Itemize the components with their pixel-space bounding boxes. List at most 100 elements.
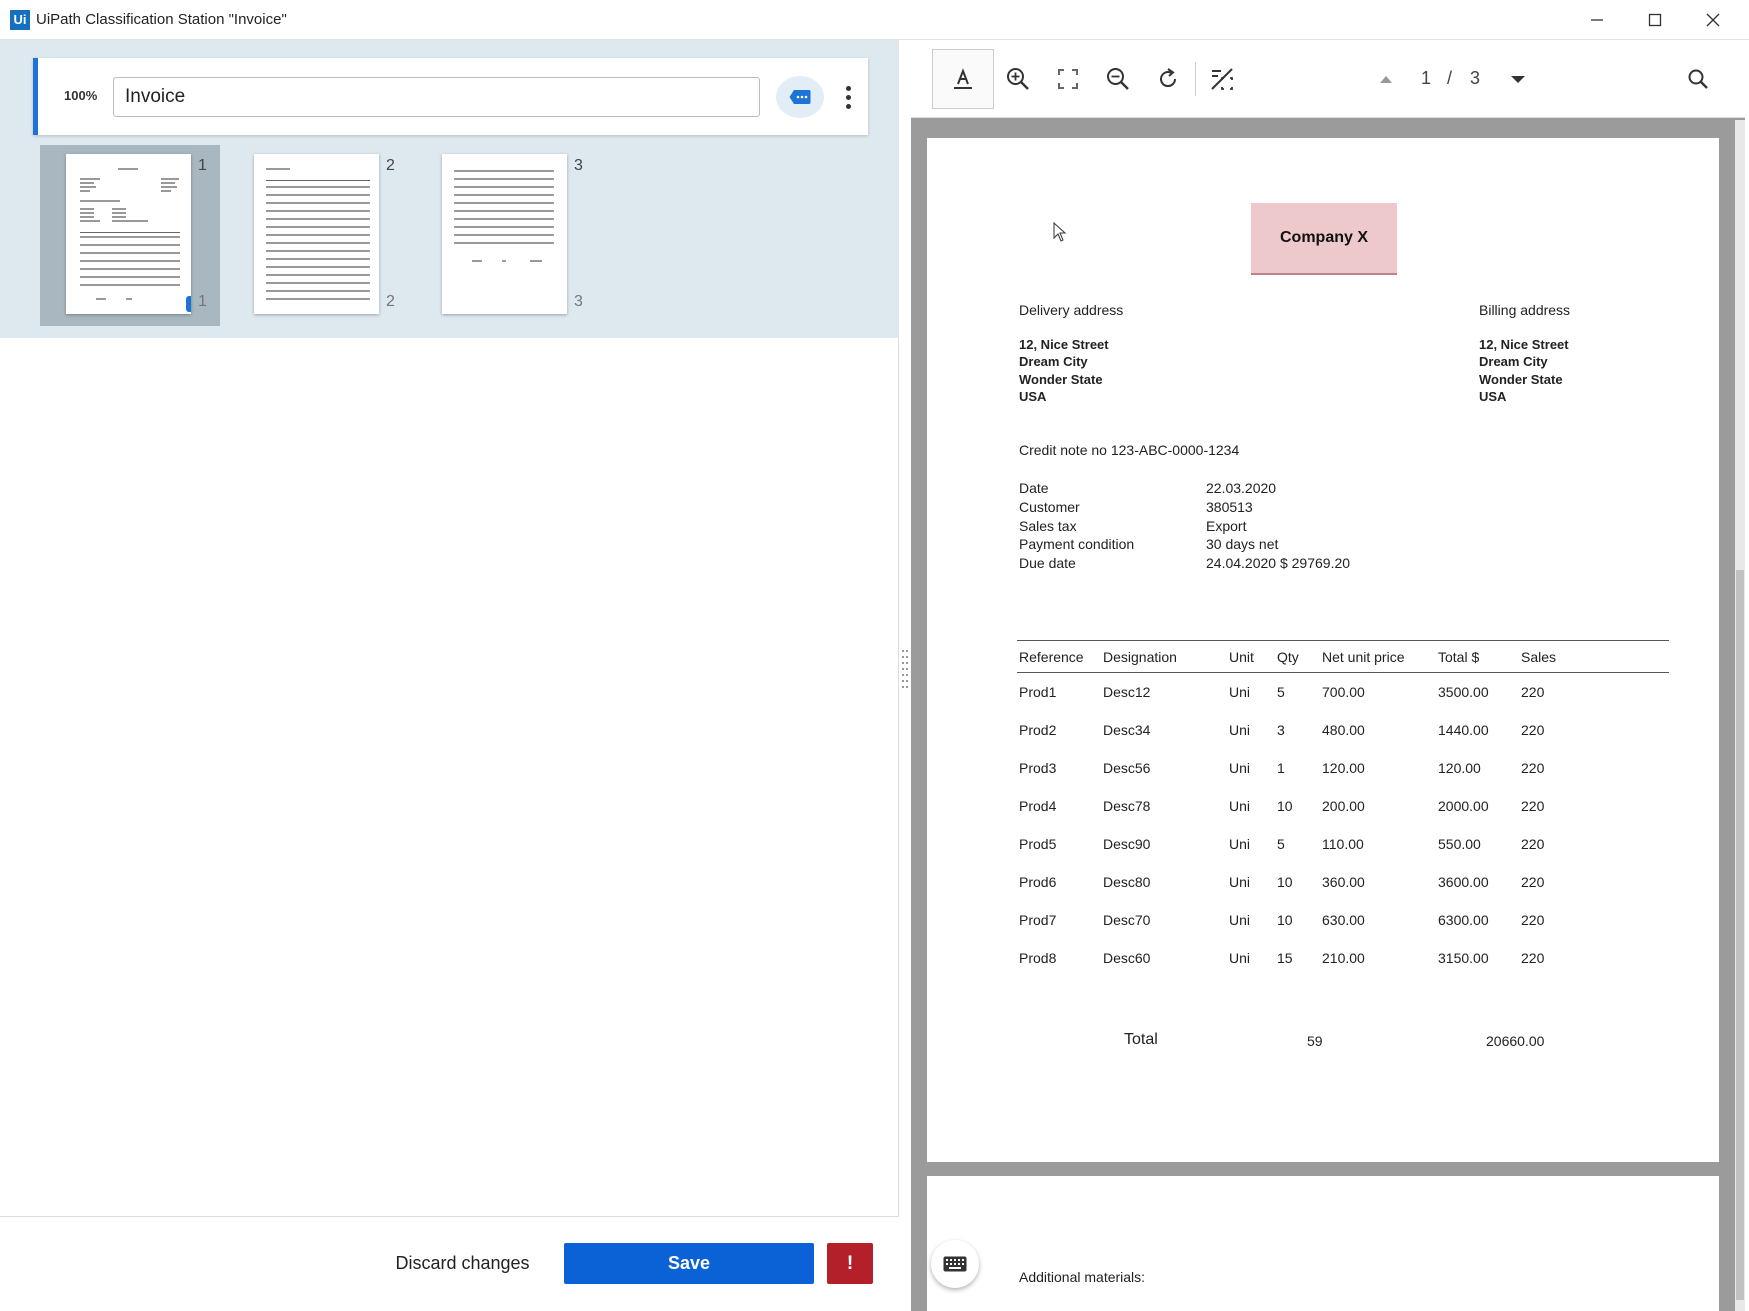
page-thumbnail-1[interactable]: ••• 1 1 — [40, 145, 220, 326]
thumbnail-page-number-bottom: 2 — [386, 293, 395, 310]
table-cell: 220 — [1521, 836, 1545, 852]
table-cell: Prod4 — [1019, 798, 1057, 814]
thumbnail-page-number: 3 — [574, 157, 583, 174]
close-button[interactable] — [1684, 0, 1742, 40]
table-cell: 3 — [1277, 722, 1285, 738]
zoom-in-button[interactable] — [995, 49, 1041, 109]
search-button[interactable] — [1681, 62, 1715, 96]
tag-badge-icon: ••• — [186, 296, 191, 312]
table-cell: 120.00 — [1322, 760, 1365, 776]
detail-label: Sales tax — [1019, 518, 1077, 534]
billing-address-line: Dream City — [1479, 354, 1548, 369]
table-cell: Desc56 — [1103, 760, 1151, 776]
table-cell: 700.00 — [1322, 684, 1365, 700]
table-cell: Prod1 — [1019, 684, 1057, 700]
minimize-icon — [1591, 19, 1603, 21]
detail-label: Customer — [1019, 499, 1080, 515]
discard-changes-button[interactable]: Discard changes — [380, 1243, 545, 1283]
table-cell: 5 — [1277, 684, 1285, 700]
toggle-ocr-icon — [1211, 68, 1233, 90]
table-cell: Uni — [1229, 760, 1251, 776]
fit-page-button[interactable] — [1045, 49, 1091, 109]
total-qty: 59 — [1307, 1033, 1323, 1049]
table-cell: 10 — [1277, 798, 1293, 814]
viewer-scrollbar-thumb[interactable] — [1736, 570, 1744, 1300]
next-page-button[interactable] — [1503, 64, 1533, 94]
minimize-button[interactable] — [1568, 0, 1626, 40]
table-header-cell: Reference — [1019, 649, 1084, 665]
table-cell: Prod5 — [1019, 836, 1057, 852]
table-cell: 10 — [1277, 912, 1293, 928]
table-cell: 220 — [1521, 798, 1545, 814]
table-header-cell: Unit — [1229, 649, 1254, 665]
table-cell: Uni — [1229, 684, 1251, 700]
title-bar: Ui UiPath Classification Station "Invoic… — [0, 0, 1749, 40]
uipath-logo: Ui — [10, 10, 30, 30]
table-cell: 360.00 — [1322, 874, 1365, 890]
page-separator: / — [1447, 68, 1453, 88]
billing-address-label: Billing address — [1479, 302, 1571, 318]
save-button[interactable]: Save — [564, 1243, 814, 1284]
tag-button[interactable] — [776, 76, 824, 118]
table-header-cell: Designation — [1103, 649, 1177, 665]
more-options-button[interactable] — [838, 80, 858, 114]
table-cell: Uni — [1229, 950, 1251, 966]
validation-warning-button[interactable]: ! — [827, 1243, 873, 1284]
document-type-field[interactable] — [113, 77, 760, 117]
search-icon — [1688, 69, 1708, 89]
caret-up-icon — [1380, 76, 1392, 83]
table-cell: 3500.00 — [1438, 684, 1489, 700]
document-page-1: Company X Delivery address Billing addre… — [927, 138, 1719, 1162]
delivery-address-line: Wonder State — [1019, 372, 1103, 387]
table-top-rule — [1017, 640, 1669, 641]
page-thumbnail-image — [254, 154, 379, 314]
table-cell: 110.00 — [1322, 836, 1364, 852]
table-cell: 120.00 — [1438, 760, 1481, 776]
billing-address-line: USA — [1479, 389, 1507, 404]
thumbnail-page-number-bottom: 3 — [574, 293, 583, 310]
table-cell: Desc90 — [1103, 836, 1151, 852]
zoom-out-icon — [1107, 68, 1129, 90]
table-cell: Uni — [1229, 722, 1251, 738]
table-cell: Uni — [1229, 798, 1251, 814]
rotate-button[interactable] — [1145, 49, 1191, 109]
total-label: Total — [1124, 1031, 1158, 1048]
table-cell: 220 — [1521, 912, 1545, 928]
table-cell: 1440.00 — [1438, 722, 1489, 738]
previous-page-button[interactable] — [1371, 64, 1401, 94]
table-cell: Desc78 — [1103, 798, 1151, 814]
tag-icon — [789, 90, 811, 104]
table-header-rule — [1017, 672, 1669, 673]
table-cell: 5 — [1277, 836, 1285, 852]
maximize-button[interactable] — [1626, 0, 1684, 40]
page-thumbnail-3[interactable]: 3 3 — [416, 145, 596, 326]
detail-label: Date — [1019, 480, 1049, 496]
pane-splitter[interactable] — [901, 650, 909, 694]
page-thumbnail-2[interactable]: 2 2 — [228, 145, 408, 326]
current-page[interactable]: 1 — [1421, 68, 1431, 89]
table-header-cell: Qty — [1277, 649, 1299, 665]
table-cell: 3150.00 — [1438, 950, 1489, 966]
table-cell: 200.00 — [1322, 798, 1365, 814]
text-select-button[interactable] — [932, 49, 994, 109]
thumbnail-page-number: 2 — [386, 157, 395, 174]
table-cell: 220 — [1521, 722, 1545, 738]
table-cell: 550.00 — [1438, 836, 1481, 852]
delivery-address-label: Delivery address — [1019, 302, 1124, 318]
keyboard-icon — [943, 1256, 967, 1272]
table-header-cell: Sales — [1521, 649, 1557, 665]
billing-address-line: 12, Nice Street — [1479, 337, 1569, 352]
table-cell: Prod3 — [1019, 760, 1057, 776]
zoom-out-button[interactable] — [1095, 49, 1141, 109]
detail-value: 380513 — [1206, 499, 1253, 515]
delivery-address-line: Dream City — [1019, 354, 1088, 369]
viewer-toolbar: 1 / 3 — [911, 40, 1745, 118]
table-cell: 630.00 — [1322, 912, 1365, 928]
keyboard-shortcuts-button[interactable] — [931, 1240, 979, 1288]
table-cell: Desc12 — [1103, 684, 1151, 700]
caret-down-icon — [1511, 76, 1525, 83]
mouse-cursor-icon — [1053, 222, 1067, 242]
detail-value: Export — [1206, 518, 1247, 534]
toggle-ocr-button[interactable] — [1199, 49, 1245, 109]
toolbar-separator — [1195, 62, 1196, 96]
